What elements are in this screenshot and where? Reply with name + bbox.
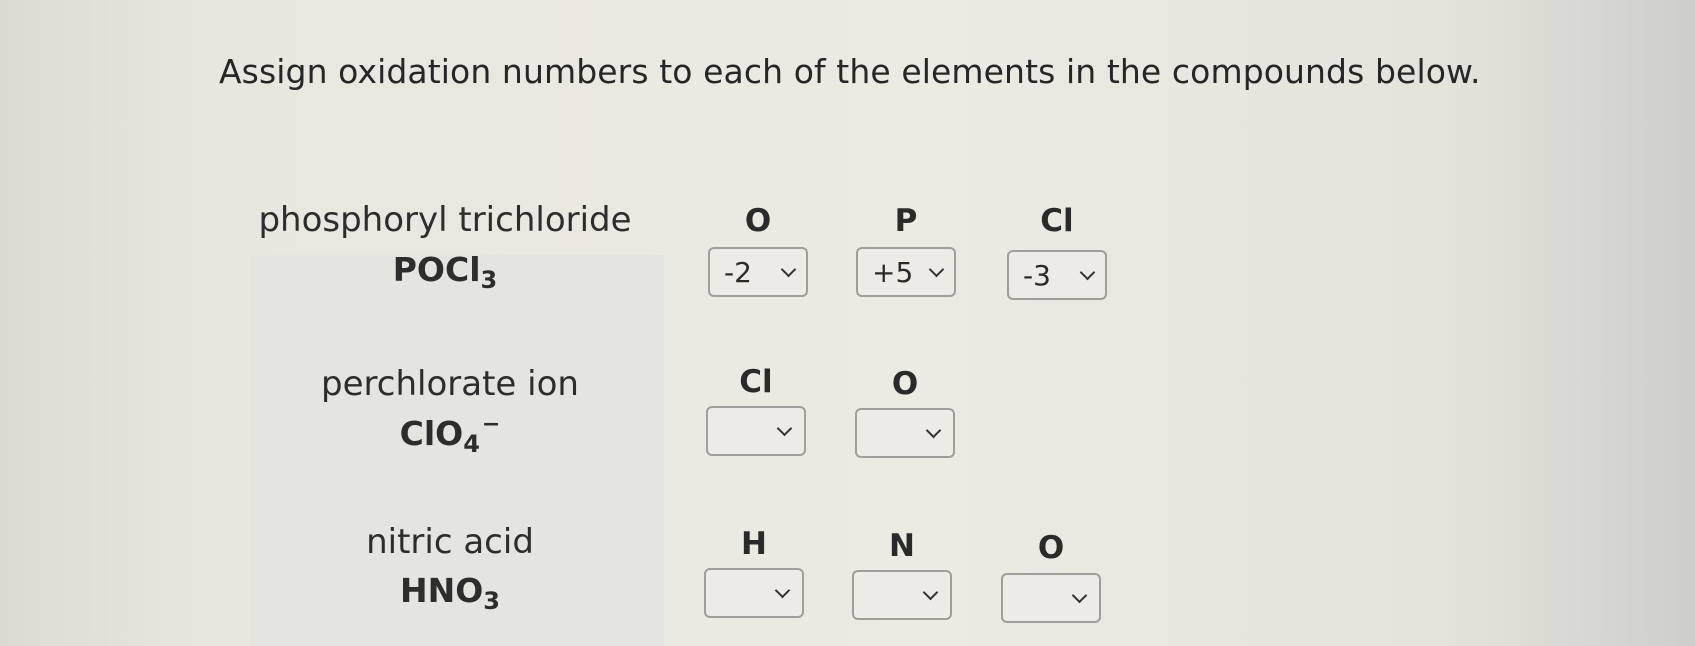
formula-main: HNO bbox=[400, 571, 484, 610]
element-label-cl: Cl bbox=[739, 364, 773, 400]
oxidation-select-pocl3-p[interactable]: +5 bbox=[856, 247, 956, 297]
question-screen: Assign oxidation numbers to each of the … bbox=[0, 0, 1695, 646]
selected-value: +5 bbox=[872, 255, 914, 289]
formula-subscript: 4 bbox=[463, 430, 480, 458]
element-label-o: O bbox=[744, 203, 772, 239]
element-label-cl: Cl bbox=[1040, 203, 1074, 239]
element-label-p: P bbox=[894, 203, 918, 239]
compound-formula-hno3: HNO3 bbox=[240, 571, 660, 615]
chevron-down-icon bbox=[928, 261, 945, 277]
oxidation-select-hno3-o[interactable] bbox=[1001, 573, 1101, 623]
chevron-down-icon bbox=[774, 582, 791, 598]
oxidation-select-hno3-n[interactable] bbox=[852, 570, 952, 620]
formula-subscript: 3 bbox=[480, 266, 498, 294]
chevron-down-icon bbox=[925, 422, 942, 438]
element-label-n: N bbox=[889, 528, 915, 564]
instructions-text: Assign oxidation numbers to each of the … bbox=[219, 52, 1481, 91]
compound-formula-pocl3: POCl3 bbox=[235, 250, 655, 294]
chevron-down-icon bbox=[922, 584, 939, 600]
compound-name-nitric-acid: nitric acid bbox=[366, 522, 534, 562]
compound-name-perchlorate-ion: perchlorate ion bbox=[321, 364, 579, 404]
oxidation-select-pocl3-o[interactable]: -2 bbox=[708, 247, 808, 297]
formula-main: POCl bbox=[392, 250, 481, 289]
selected-value: -3 bbox=[1023, 258, 1051, 292]
chevron-down-icon bbox=[1071, 587, 1088, 603]
formula-subscript: 3 bbox=[483, 587, 500, 615]
element-label-o: O bbox=[1037, 530, 1065, 566]
compound-formula-clo4: ClO4− bbox=[240, 412, 660, 458]
oxidation-select-hno3-h[interactable] bbox=[704, 568, 804, 618]
formula-superscript: − bbox=[481, 412, 501, 437]
selected-value: -2 bbox=[724, 255, 752, 289]
formula-main: ClO bbox=[399, 414, 464, 453]
oxidation-select-clo4-cl[interactable] bbox=[706, 406, 806, 456]
chevron-down-icon bbox=[1079, 264, 1096, 280]
element-label-h: H bbox=[741, 526, 767, 562]
element-label-o: O bbox=[891, 366, 919, 402]
chevron-down-icon bbox=[780, 261, 797, 277]
oxidation-select-clo4-o[interactable] bbox=[855, 408, 955, 458]
oxidation-select-pocl3-cl[interactable]: -3 bbox=[1007, 250, 1107, 300]
chevron-down-icon bbox=[776, 420, 793, 436]
compound-name-phosphoryl-trichloride: phosphoryl trichloride bbox=[258, 200, 632, 240]
